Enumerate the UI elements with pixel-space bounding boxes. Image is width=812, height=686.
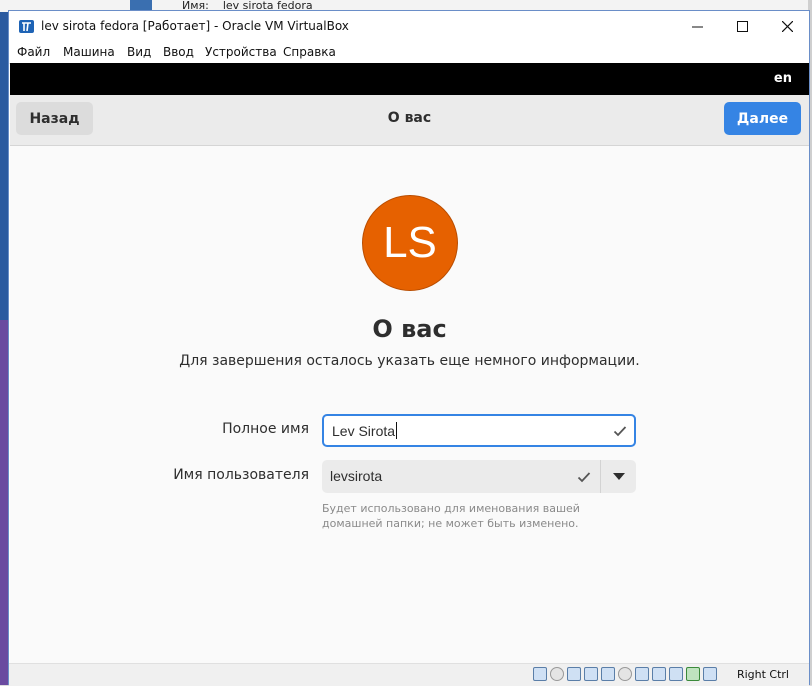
menu-help[interactable]: Справка <box>283 45 336 59</box>
background-window-icon <box>130 0 152 10</box>
gnome-top-bar: en <box>10 63 809 95</box>
next-button[interactable]: Далее <box>724 102 801 135</box>
video-capture-icon[interactable] <box>652 667 666 681</box>
checkmark-icon <box>577 472 591 483</box>
menu-file[interactable]: Файл <box>17 45 50 59</box>
full-name-field[interactable]: Lev Sirota <box>322 414 636 447</box>
username-label: Имя пользователя <box>173 467 309 483</box>
username-value: levsirota <box>330 468 383 484</box>
text-cursor <box>396 422 398 439</box>
hard-disk-icon[interactable] <box>533 667 547 681</box>
vt-x-icon[interactable] <box>669 667 683 681</box>
menu-input[interactable]: Ввод <box>163 45 194 59</box>
maximize-button[interactable] <box>720 11 765 42</box>
virtualbox-status-bar: Right Ctrl <box>9 663 809 686</box>
page-heading: О вас <box>372 315 447 343</box>
chevron-down-icon <box>612 472 625 480</box>
full-name-value: Lev Sirota <box>332 423 396 439</box>
page-subtitle: Для завершения осталось указать еще немн… <box>179 353 640 369</box>
user-avatar[interactable]: LS <box>362 195 458 291</box>
mouse-integration-icon[interactable] <box>686 667 700 681</box>
host-key-label: Right Ctrl <box>736 668 789 681</box>
username-dropdown-button[interactable] <box>601 460 636 493</box>
optical-drive-icon[interactable] <box>550 667 564 681</box>
keyboard-capture-icon[interactable] <box>703 667 717 681</box>
close-button[interactable] <box>765 11 810 42</box>
audio-icon[interactable] <box>567 667 581 681</box>
minimize-icon <box>692 26 703 28</box>
menu-devices[interactable]: Устройства <box>205 45 277 59</box>
window-titlebar[interactable]: lev sirota fedora [Работает] - Oracle VM… <box>9 11 809 42</box>
keyboard-language-indicator[interactable]: en <box>774 71 792 86</box>
menu-bar: Файл Машина Вид Ввод Устройства Справка <box>9 42 809 64</box>
header-title: О вас <box>387 110 432 126</box>
guest-screen[interactable]: en Назад О вас Далее LS О вас Для заверш… <box>10 63 809 663</box>
username-field[interactable]: levsirota <box>322 460 636 493</box>
maximize-icon <box>737 21 748 32</box>
close-icon <box>782 21 793 32</box>
virtualbox-window: lev sirota fedora [Работает] - Oracle VM… <box>8 10 810 686</box>
network-icon[interactable] <box>584 667 598 681</box>
menu-machine[interactable]: Машина <box>63 45 115 59</box>
desktop-left-strip <box>0 320 8 685</box>
menu-view[interactable]: Вид <box>127 45 151 59</box>
setup-header-bar: Назад О вас Далее <box>10 95 809 146</box>
full-name-label: Полное имя <box>222 421 309 437</box>
shared-folders-icon[interactable] <box>618 667 632 681</box>
username-hint: Будет использовано для именования вашей … <box>322 502 580 530</box>
window-title: lev sirota fedora [Работает] - Oracle VM… <box>41 19 349 33</box>
checkmark-icon <box>613 426 627 437</box>
minimize-button[interactable] <box>675 11 720 42</box>
display-icon[interactable] <box>635 667 649 681</box>
virtualbox-app-icon <box>19 20 34 33</box>
usb-icon[interactable] <box>601 667 615 681</box>
